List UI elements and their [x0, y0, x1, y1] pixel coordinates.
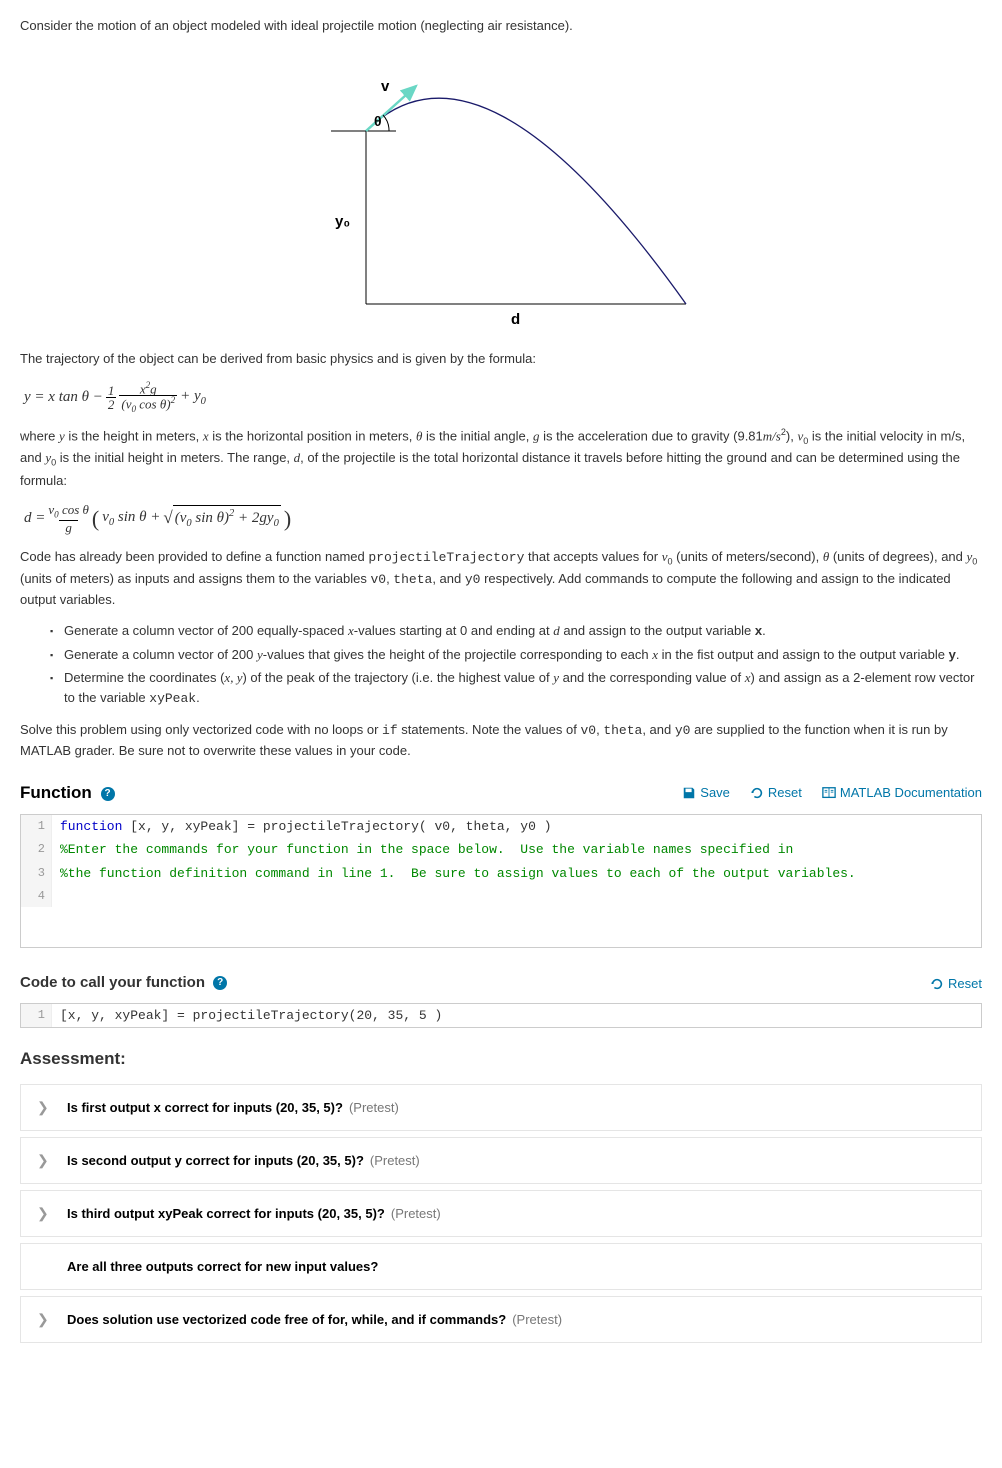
assessment-item[interactable]: ❯ Is third output xyPeak correct for inp…: [20, 1190, 982, 1237]
assessment-item[interactable]: ❯ Is second output y correct for inputs …: [20, 1137, 982, 1184]
save-icon: [682, 786, 696, 800]
chevron-right-icon: ❯: [37, 1097, 49, 1118]
reset-call-button[interactable]: Reset: [930, 974, 982, 994]
docs-button[interactable]: MATLAB Documentation: [822, 783, 982, 803]
formula-range: d = v0 cos θ g ( v0 sin θ + √ (v0 sin θ)…: [24, 502, 982, 535]
save-button[interactable]: Save: [682, 783, 730, 803]
assessment-item[interactable]: ❯ Are all three outputs correct for new …: [20, 1243, 982, 1290]
assessment-heading: Assessment:: [20, 1046, 982, 1072]
docs-icon: [822, 786, 836, 800]
assessment-list: ❯ Is first output x correct for inputs (…: [20, 1084, 982, 1343]
diagram-container: v θ y₀ d: [20, 46, 982, 332]
para-trajectory-intro: The trajectory of the object can be deri…: [20, 349, 982, 369]
formula-trajectory: y = x tan θ − 1 2 x2g (v0 cos θ)2 + y0: [24, 381, 982, 414]
theta-label: θ: [374, 113, 382, 129]
assessment-item[interactable]: ❯ Is first output x correct for inputs (…: [20, 1084, 982, 1131]
chevron-right-icon: ❯: [37, 1203, 49, 1224]
chevron-right-icon: ❯: [37, 1150, 49, 1171]
para-code-provided: Code has already been provided to define…: [20, 547, 982, 609]
bullet-2: Generate a column vector of 200 y-values…: [50, 645, 982, 665]
intro-text: Consider the motion of an object modeled…: [20, 16, 982, 36]
help-icon[interactable]: ?: [213, 976, 227, 990]
v-label: v: [381, 78, 390, 95]
bullet-1: Generate a column vector of 200 equally-…: [50, 621, 982, 641]
call-code-editor[interactable]: 1[x, y, xyPeak] = projectileTrajectory(2…: [20, 1003, 982, 1029]
bullet-3: Determine the coordinates (x, y) of the …: [50, 668, 982, 708]
reset-icon: [930, 977, 944, 991]
reset-button[interactable]: Reset: [750, 783, 802, 803]
function-code-editor[interactable]: 1function [x, y, xyPeak] = projectileTra…: [20, 814, 982, 949]
d-label: d: [511, 311, 520, 326]
chevron-right-icon: ❯: [37, 1309, 49, 1330]
call-heading: Code to call your function ?: [20, 972, 227, 995]
task-bullets: Generate a column vector of 200 equally-…: [20, 621, 982, 708]
reset-icon: [750, 786, 764, 800]
para-where: where y is the height in meters, x is th…: [20, 426, 982, 490]
projectile-diagram: v θ y₀ d: [281, 46, 721, 326]
y0-label: y₀: [335, 213, 350, 230]
assessment-item[interactable]: ❯ Does solution use vectorized code free…: [20, 1296, 982, 1343]
function-heading: Function ?: [20, 780, 115, 806]
help-icon[interactable]: ?: [101, 787, 115, 801]
para-solve: Solve this problem using only vectorized…: [20, 720, 982, 760]
